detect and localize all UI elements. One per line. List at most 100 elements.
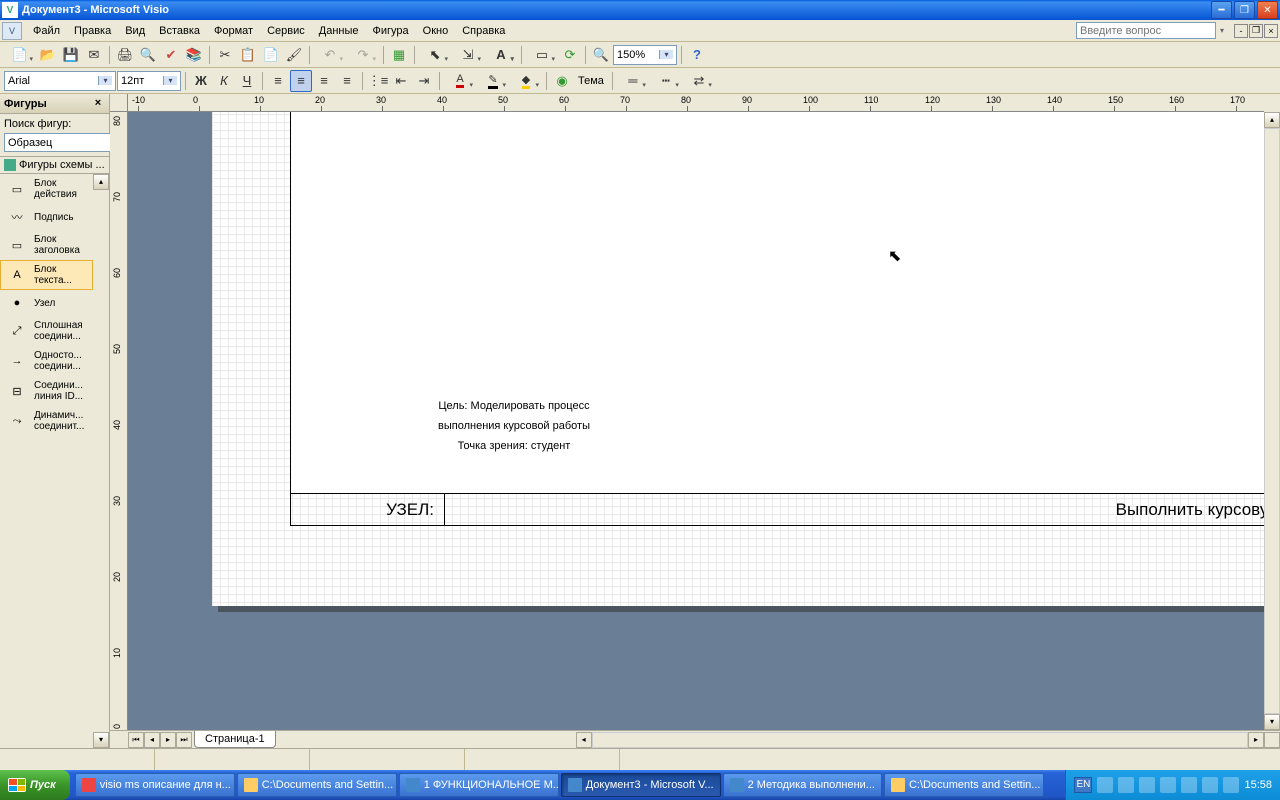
- shape-item[interactable]: →Односто... соедини...: [0, 346, 93, 376]
- decrease-indent-button[interactable]: ⇤: [390, 70, 412, 92]
- increase-indent-button[interactable]: ⇥: [413, 70, 435, 92]
- tray-icon[interactable]: [1160, 777, 1176, 793]
- menu-справка[interactable]: Справка: [455, 23, 512, 39]
- shape-item[interactable]: 〰Подпись: [0, 204, 93, 230]
- drawing-viewport[interactable]: Цель: Моделировать процесс выполнения ку…: [128, 112, 1264, 730]
- cut-button[interactable]: ✂: [214, 44, 236, 66]
- shape-item[interactable]: ▭Блок действия: [0, 174, 93, 204]
- font-color-button[interactable]: A: [444, 70, 476, 92]
- node-cell[interactable]: УЗЕЛ:: [291, 494, 445, 525]
- tray-icon[interactable]: [1097, 777, 1113, 793]
- last-page-button[interactable]: ⏭: [176, 732, 192, 748]
- vertical-scrollbar[interactable]: ▴ ▾: [1264, 112, 1280, 730]
- diagram-goal-text[interactable]: Цель: Моделировать процесс выполнения ку…: [359, 396, 669, 456]
- pan-zoom-button[interactable]: [1264, 732, 1280, 748]
- bullets-button[interactable]: ⋮≡: [367, 70, 389, 92]
- zoom-tool-button[interactable]: 🔍: [590, 44, 612, 66]
- font-size-combo[interactable]: 12пт ▾: [117, 71, 181, 91]
- menu-фигура[interactable]: Фигура: [366, 23, 416, 39]
- vertical-ruler[interactable]: 80706050403020100: [110, 112, 128, 730]
- help-button[interactable]: ?: [686, 44, 708, 66]
- scroll-down-button[interactable]: ▾: [1264, 714, 1280, 730]
- zoom-combo[interactable]: 150% ▾: [613, 45, 677, 65]
- close-icon[interactable]: ×: [91, 97, 105, 111]
- help-dropdown-icon[interactable]: ▾: [1220, 26, 1224, 35]
- diagram-footer[interactable]: УЗЕЛ: Выполнить курсовую работу: [290, 494, 1264, 526]
- shapes-scrollbar[interactable]: ▴ ▾: [93, 174, 109, 748]
- print-button[interactable]: 🖨: [114, 44, 136, 66]
- copy-button[interactable]: 📋: [237, 44, 259, 66]
- scroll-down-button[interactable]: ▾: [93, 732, 109, 748]
- prev-page-button[interactable]: ◂: [144, 732, 160, 748]
- close-button[interactable]: ✕: [1257, 1, 1278, 19]
- taskbar-item[interactable]: C:\Documents and Settin...: [237, 773, 397, 797]
- tray-icon[interactable]: [1118, 777, 1134, 793]
- maximize-button[interactable]: ❐: [1234, 1, 1255, 19]
- taskbar-item[interactable]: 1 ФУНКЦИОНАЛЬНОЕ М...: [399, 773, 559, 797]
- start-button[interactable]: Пуск: [0, 770, 70, 800]
- align-left-button[interactable]: ≡: [267, 70, 289, 92]
- shape-item[interactable]: ●Узел: [0, 290, 93, 316]
- save-button[interactable]: 💾: [60, 44, 82, 66]
- doc-minimize-button[interactable]: -: [1234, 24, 1248, 38]
- connector-tool-button[interactable]: ⇲: [452, 44, 484, 66]
- new-button[interactable]: 📄: [4, 44, 36, 66]
- hscroll-right-button[interactable]: ▸: [1248, 732, 1264, 748]
- scroll-up-button[interactable]: ▴: [93, 174, 109, 190]
- line-color-button[interactable]: ✎: [477, 70, 509, 92]
- minimize-button[interactable]: ━: [1211, 1, 1232, 19]
- language-indicator[interactable]: EN: [1074, 777, 1092, 793]
- shape-item[interactable]: AБлок текста...: [0, 260, 93, 290]
- theme-icon[interactable]: ◉: [551, 70, 573, 92]
- menu-файл[interactable]: Файл: [26, 23, 67, 39]
- menu-формат[interactable]: Формат: [207, 23, 260, 39]
- shape-item[interactable]: ▭Блок заголовка: [0, 230, 93, 260]
- stencil-button[interactable]: ▦: [388, 44, 410, 66]
- line-weight-button[interactable]: ═: [617, 70, 649, 92]
- research-button[interactable]: 📚: [183, 44, 205, 66]
- redo-button[interactable]: ↷: [347, 44, 379, 66]
- first-page-button[interactable]: ⏮: [128, 732, 144, 748]
- clock[interactable]: 15:58: [1244, 779, 1272, 791]
- open-button[interactable]: 📂: [37, 44, 59, 66]
- pointer-tool-button[interactable]: ⬉: [419, 44, 451, 66]
- italic-button[interactable]: К: [213, 70, 235, 92]
- shape-item[interactable]: ⤳Динамич... соединит...: [0, 406, 93, 436]
- horizontal-ruler[interactable]: -100102030405060708090100110120130140150…: [128, 94, 1264, 112]
- taskbar-item[interactable]: C:\Documents and Settin...: [884, 773, 1044, 797]
- menu-окно[interactable]: Окно: [416, 23, 456, 39]
- undo-button[interactable]: ↶: [314, 44, 346, 66]
- text-tool-button[interactable]: A: [485, 44, 517, 66]
- align-justify-button[interactable]: ≡: [336, 70, 358, 92]
- rectangle-tool-button[interactable]: ▭: [526, 44, 558, 66]
- taskbar-item[interactable]: visio ms описание для н...: [75, 773, 235, 797]
- horizontal-scrollbar[interactable]: [592, 732, 1248, 748]
- doc-close-button[interactable]: ×: [1264, 24, 1278, 38]
- rotate-button[interactable]: ⟳: [559, 44, 581, 66]
- format-painter-button[interactable]: 🖌: [283, 44, 305, 66]
- drawing-page[interactable]: Цель: Моделировать процесс выполнения ку…: [212, 112, 1264, 606]
- tray-icon[interactable]: [1202, 777, 1218, 793]
- taskbar-item[interactable]: 2 Методика выполнени...: [723, 773, 882, 797]
- help-search-input[interactable]: [1076, 22, 1216, 39]
- line-ends-button[interactable]: ⇄: [683, 70, 715, 92]
- doc-restore-button[interactable]: ❐: [1249, 24, 1263, 38]
- tray-icon[interactable]: [1139, 777, 1155, 793]
- tray-icon[interactable]: [1223, 777, 1239, 793]
- next-page-button[interactable]: ▸: [160, 732, 176, 748]
- print-preview-button[interactable]: 🔍: [137, 44, 159, 66]
- paste-button[interactable]: 📄: [260, 44, 282, 66]
- taskbar-item[interactable]: Документ3 - Microsoft V...: [561, 773, 721, 797]
- scroll-up-button[interactable]: ▴: [1264, 112, 1280, 128]
- diagram-title-block[interactable]: Цель: Моделировать процесс выполнения ку…: [290, 112, 1264, 494]
- menu-правка[interactable]: Правка: [67, 23, 118, 39]
- underline-button[interactable]: Ч: [236, 70, 258, 92]
- menu-сервис[interactable]: Сервис: [260, 23, 312, 39]
- menu-вставка[interactable]: Вставка: [152, 23, 207, 39]
- hscroll-left-button[interactable]: ◂: [576, 732, 592, 748]
- align-center-button[interactable]: ≡: [290, 70, 312, 92]
- stencil-header[interactable]: Фигуры схемы ...: [0, 157, 109, 174]
- font-name-combo[interactable]: Arial ▾: [4, 71, 116, 91]
- visio-logo-icon[interactable]: V: [2, 22, 22, 40]
- align-right-button[interactable]: ≡: [313, 70, 335, 92]
